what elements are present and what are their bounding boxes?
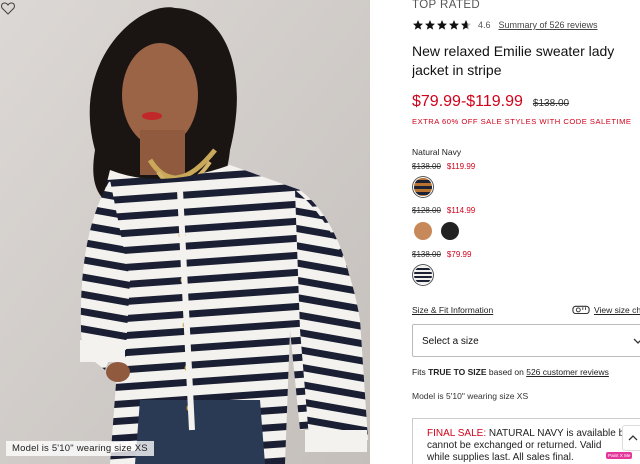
- paint-extension-badge[interactable]: Paint X Me: [606, 452, 633, 459]
- model-size-info: Model is 5'10" wearing size XS: [412, 391, 529, 401]
- swatch-tan[interactable]: [414, 222, 432, 240]
- stripe-swatch-icon: [414, 266, 432, 284]
- top-rated-badge: TOP RATED: [412, 0, 481, 11]
- view-size-chart-link[interactable]: View size chart: [594, 305, 640, 315]
- fits-middle: based on: [488, 367, 524, 377]
- price-group-now: $114.99: [446, 206, 476, 215]
- price-group-was: $128.00: [412, 206, 441, 215]
- scroll-to-top-button[interactable]: [622, 425, 640, 451]
- price-group: $138.00 $79.99: [412, 250, 471, 259]
- rating-value: 4.6: [478, 20, 491, 30]
- final-sale-line2: cannot be exchanged or returned. Valid: [427, 440, 602, 451]
- fits-prefix: Fits: [412, 367, 426, 377]
- final-sale-line1: NATURAL NAVY is available b: [486, 428, 625, 439]
- size-fit-info-link[interactable]: Size & Fit Information: [412, 305, 493, 315]
- product-info-panel: TOP RATED 4.6 Summary of 526 reviews New…: [412, 0, 640, 464]
- star-filled-icon: [437, 20, 447, 30]
- chevron-up-icon: [628, 435, 638, 441]
- measuring-tape-icon: [572, 305, 590, 315]
- selected-color-name: Natural Navy: [412, 147, 462, 157]
- swatch-natural-navy[interactable]: [414, 266, 432, 284]
- rating-row: 4.6 Summary of 526 reviews: [412, 18, 598, 32]
- star-filled-icon: [425, 20, 435, 30]
- size-select-placeholder: Select a size: [422, 336, 479, 347]
- swatch-black[interactable]: [441, 222, 459, 240]
- original-price: $138.00: [532, 98, 570, 109]
- promo-message: EXTRA 60% OFF SALE STYLES WITH CODE SALE…: [412, 117, 632, 126]
- heart-outline-icon[interactable]: [0, 0, 16, 16]
- price-row: $79.99-$119.99 $138.00: [412, 93, 569, 111]
- price-group: $128.00 $114.99: [412, 206, 475, 215]
- star-partial-icon: [461, 20, 471, 30]
- product-title: New relaxed Emilie sweater lady jacket i…: [412, 43, 615, 78]
- swatch-stripe-orange[interactable]: [414, 178, 432, 196]
- price-group-was: $138.00: [412, 250, 441, 259]
- size-select[interactable]: Select a size: [412, 324, 640, 357]
- price-group-now: $119.99: [446, 162, 476, 171]
- product-image[interactable]: Model is 5'10" wearing size XS: [0, 0, 370, 464]
- price-group-now: $79.99: [446, 250, 472, 259]
- price-group: $138.00 $119.99: [412, 162, 475, 171]
- stripe-swatch-icon: [414, 178, 432, 196]
- price-group-was: $138.00: [412, 162, 441, 171]
- sale-price-range: $79.99-$119.99: [412, 93, 523, 110]
- rating-stars: [412, 19, 472, 31]
- customer-reviews-link[interactable]: 526 customer reviews: [526, 367, 609, 377]
- chevron-down-icon: [633, 338, 640, 344]
- star-filled-icon: [413, 20, 423, 30]
- fits-value: TRUE TO SIZE: [428, 367, 487, 377]
- model-photo-illustration: [0, 0, 370, 464]
- model-caption: Model is 5'10" wearing size XS: [6, 441, 154, 456]
- final-sale-label: FINAL SALE:: [427, 428, 487, 439]
- reviews-summary-link[interactable]: Summary of 526 reviews: [499, 20, 598, 30]
- star-filled-icon: [449, 20, 459, 30]
- fit-summary: Fits TRUE TO SIZE based on 526 customer …: [412, 367, 609, 377]
